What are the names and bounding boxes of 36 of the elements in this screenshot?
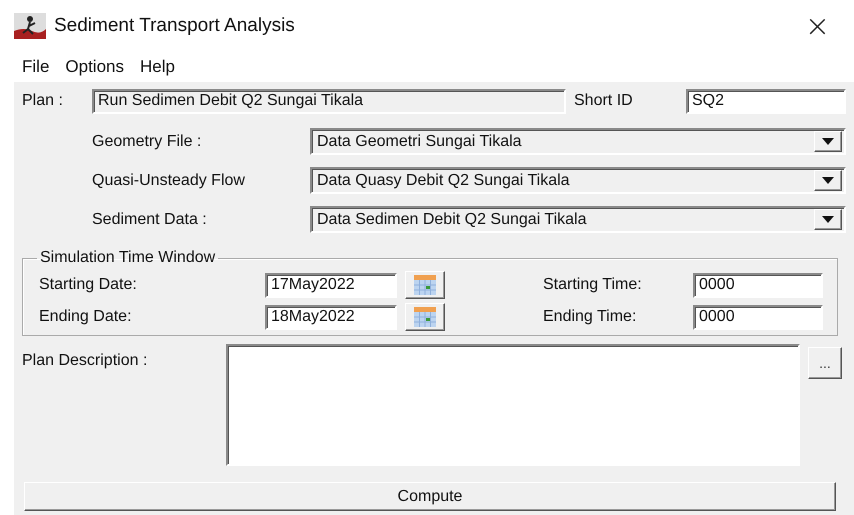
date-label: Starting Date: (39, 276, 138, 294)
dropdown[interactable]: Data Geometri Sungai Tikala (310, 128, 846, 155)
close-button[interactable]: × (794, 8, 840, 44)
time-label: Ending Time: (543, 308, 638, 326)
date-field[interactable]: 18May2022 (265, 304, 397, 330)
calendar-icon (414, 307, 436, 327)
group-title: Simulation Time Window (39, 249, 216, 267)
time-label: Starting Time: (543, 276, 643, 294)
plan-label: Plan : (22, 92, 64, 110)
calendar-button[interactable] (405, 303, 445, 331)
browse-button[interactable]: ... (808, 347, 842, 379)
date-label: Ending Date: (39, 308, 133, 326)
plan-description-label: Plan Description : (22, 351, 148, 370)
dropdown[interactable]: Data Quasy Debit Q2 Sungai Tikala (310, 167, 846, 194)
selector-label: Sediment Data : (92, 210, 208, 228)
short-id-label: Short ID (574, 92, 634, 110)
compute-button[interactable]: Compute (24, 482, 836, 511)
app-icon (14, 13, 46, 39)
dropdown-arrow-icon (822, 177, 834, 184)
window-title: Sediment Transport Analysis (54, 15, 296, 37)
calendar-icon (414, 275, 436, 295)
dropdown-arrow-icon (822, 216, 834, 223)
plan-description-field[interactable] (226, 344, 800, 466)
calendar-button[interactable] (405, 271, 445, 299)
plan-field[interactable]: Run Sedimen Debit Q2 Sungai Tikala (92, 88, 566, 114)
date-field[interactable]: 17May2022 (265, 272, 397, 298)
selector-label: Quasi-Unsteady Flow (92, 172, 246, 190)
menu-item[interactable]: Options (59, 57, 130, 77)
time-field[interactable]: 0000 (693, 272, 823, 298)
dropdown[interactable]: Data Sedimen Debit Q2 Sungai Tikala (310, 206, 846, 233)
time-field[interactable]: 0000 (693, 304, 823, 330)
short-id-field[interactable]: SQ2 (686, 88, 846, 114)
menu-item[interactable]: File (16, 57, 56, 77)
menu-item[interactable]: Help (134, 57, 181, 77)
dropdown-arrow-icon (822, 138, 834, 145)
selector-label: Geometry File : (92, 132, 202, 150)
